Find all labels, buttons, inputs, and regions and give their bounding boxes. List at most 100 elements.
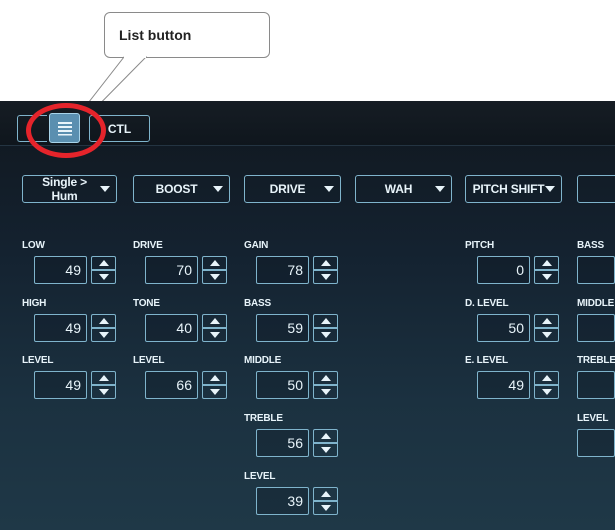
step-down-button[interactable] (534, 270, 559, 284)
step-up-button[interactable] (313, 429, 338, 443)
arrow-up-icon (320, 375, 331, 381)
step-down-button[interactable] (534, 385, 559, 399)
effect-dropdown-label: DRIVE (269, 182, 306, 196)
param-stepper[interactable] (534, 256, 559, 284)
step-down-button[interactable] (534, 328, 559, 342)
step-up-button[interactable] (202, 371, 227, 385)
arrow-up-icon (320, 318, 331, 324)
step-down-button[interactable] (313, 501, 338, 515)
arrow-up-icon (541, 375, 552, 381)
effect-dropdown-next[interactable] (577, 175, 615, 203)
arrow-up-icon (541, 318, 552, 324)
param-value[interactable]: 49 (34, 256, 87, 284)
step-up-button[interactable] (313, 256, 338, 270)
param-label: MIDDLE (577, 298, 615, 309)
chevron-down-icon (545, 186, 555, 192)
param-label: GAIN (244, 240, 269, 251)
param-value[interactable]: 66 (145, 371, 198, 399)
param-stepper[interactable] (313, 314, 338, 342)
param-stepper[interactable] (91, 256, 116, 284)
arrow-down-icon (209, 332, 220, 338)
step-up-button[interactable] (91, 256, 116, 270)
grid-view-button[interactable] (17, 115, 47, 142)
step-up-button[interactable] (534, 371, 559, 385)
ctl-button[interactable]: CTL (89, 115, 150, 142)
param-stepper[interactable] (91, 371, 116, 399)
step-up-button[interactable] (91, 371, 116, 385)
param-label: PITCH (465, 240, 495, 251)
param-stepper[interactable] (202, 256, 227, 284)
param-value[interactable]: 49 (34, 371, 87, 399)
param-value[interactable] (577, 429, 615, 457)
step-down-button[interactable] (313, 270, 338, 284)
param-stepper[interactable] (313, 487, 338, 515)
param-value[interactable]: 50 (256, 371, 309, 399)
param-stepper[interactable] (202, 314, 227, 342)
step-up-button[interactable] (313, 371, 338, 385)
param-value[interactable]: 70 (145, 256, 198, 284)
effect-dropdown-wah[interactable]: WAH (355, 175, 452, 203)
arrow-up-icon (209, 260, 220, 266)
toolbar: CTL (0, 101, 615, 146)
step-down-button[interactable] (202, 270, 227, 284)
param-stepper[interactable] (534, 314, 559, 342)
effect-dropdown-pitch-shift[interactable]: PITCH SHIFT (465, 175, 562, 203)
param-label: BASS (577, 240, 604, 251)
step-down-button[interactable] (91, 385, 116, 399)
step-up-button[interactable] (91, 314, 116, 328)
param-stepper[interactable] (313, 429, 338, 457)
param-stepper[interactable] (91, 314, 116, 342)
param-value[interactable]: 49 (34, 314, 87, 342)
param-stepper[interactable] (202, 371, 227, 399)
step-up-button[interactable] (313, 314, 338, 328)
effect-dropdown-label: PITCH SHIFT (472, 182, 545, 196)
param-label: MIDDLE (244, 355, 282, 366)
param-value[interactable]: 0 (477, 256, 530, 284)
param-label: LEVEL (133, 355, 165, 366)
param-value[interactable]: 56 (256, 429, 309, 457)
arrow-down-icon (98, 274, 109, 280)
param-value[interactable]: 40 (145, 314, 198, 342)
param-value[interactable]: 50 (477, 314, 530, 342)
step-down-button[interactable] (313, 443, 338, 457)
param-value[interactable]: 78 (256, 256, 309, 284)
step-down-button[interactable] (313, 385, 338, 399)
param-value[interactable]: 49 (477, 371, 530, 399)
step-down-button[interactable] (91, 328, 116, 342)
arrow-down-icon (541, 332, 552, 338)
param-stepper[interactable] (313, 256, 338, 284)
arrow-up-icon (541, 260, 552, 266)
param-label: TONE (133, 298, 160, 309)
step-down-button[interactable] (91, 270, 116, 284)
param-value[interactable]: 59 (256, 314, 309, 342)
param-value[interactable]: 39 (256, 487, 309, 515)
arrow-down-icon (98, 389, 109, 395)
arrow-up-icon (320, 433, 331, 439)
param-value[interactable] (577, 371, 615, 399)
param-value[interactable] (577, 256, 615, 284)
arrow-up-icon (209, 375, 220, 381)
step-down-button[interactable] (202, 385, 227, 399)
step-up-button[interactable] (534, 256, 559, 270)
step-down-button[interactable] (313, 328, 338, 342)
step-up-button[interactable] (202, 314, 227, 328)
param-value[interactable] (577, 314, 615, 342)
step-down-button[interactable] (202, 328, 227, 342)
list-button[interactable] (49, 113, 80, 143)
param-stepper[interactable] (313, 371, 338, 399)
param-stepper[interactable] (534, 371, 559, 399)
step-up-button[interactable] (202, 256, 227, 270)
param-label: BASS (244, 298, 271, 309)
chevron-down-icon (324, 186, 334, 192)
effect-dropdown-boost[interactable]: BOOST (133, 175, 230, 203)
step-up-button[interactable] (313, 487, 338, 501)
arrow-down-icon (209, 389, 220, 395)
arrow-down-icon (209, 274, 220, 280)
effect-dropdown-drive[interactable]: DRIVE (244, 175, 341, 203)
param-label: TREBLE (244, 413, 283, 424)
list-icon (57, 122, 72, 136)
arrow-up-icon (98, 260, 109, 266)
arrow-down-icon (541, 274, 552, 280)
step-up-button[interactable] (534, 314, 559, 328)
effect-dropdown-pickup[interactable]: Single > Hum (22, 175, 117, 203)
